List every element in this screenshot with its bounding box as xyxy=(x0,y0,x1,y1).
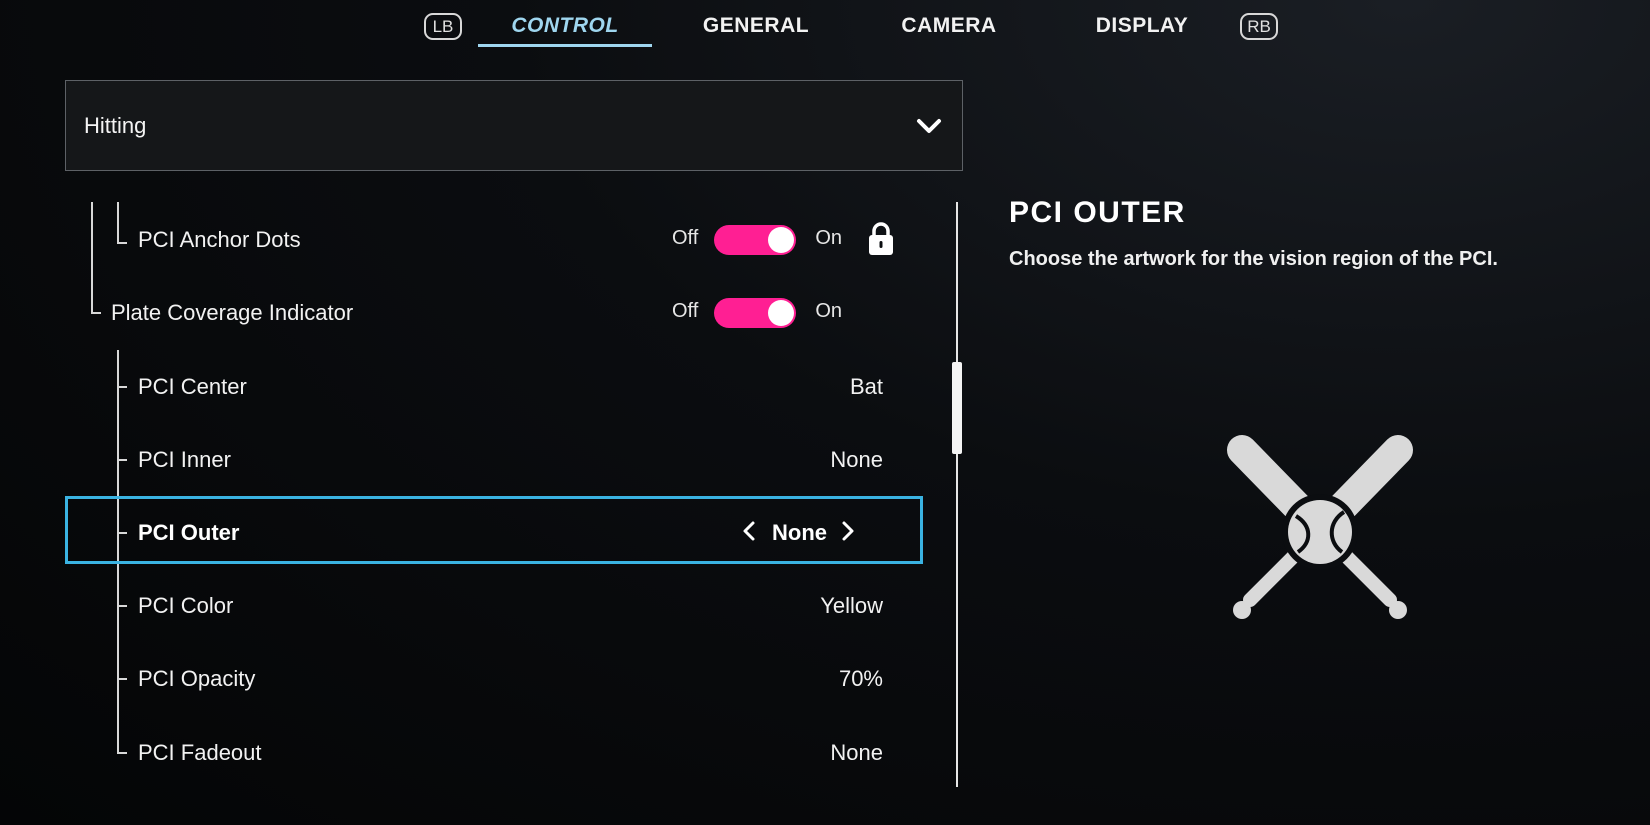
category-dropdown[interactable]: Hitting xyxy=(65,80,963,171)
toggle-off-label: Off xyxy=(672,227,699,249)
setting-value: Yellow xyxy=(820,593,883,618)
toggle-knob xyxy=(768,300,794,326)
scrollbar-track[interactable] xyxy=(956,202,958,787)
detail-description: Choose the artwork for the vision region… xyxy=(1009,248,1498,270)
rb-bumper-hint[interactable]: RB xyxy=(1240,13,1278,40)
detail-title: PCI OUTER xyxy=(1009,196,1186,229)
setting-label: PCI Color xyxy=(138,593,234,618)
toggle-track xyxy=(714,298,796,328)
setting-value: None xyxy=(772,520,827,545)
setting-value: 70% xyxy=(838,666,883,691)
scrollbar-thumb[interactable] xyxy=(952,362,962,454)
tab-control[interactable]: CONTROL xyxy=(478,14,652,38)
toggle-on-label: On xyxy=(815,300,842,322)
setting-value: None xyxy=(830,740,883,765)
tab-general[interactable]: GENERAL xyxy=(680,14,832,38)
chevron-down-icon xyxy=(917,119,941,133)
tab-display[interactable]: DISPLAY xyxy=(1066,14,1218,38)
setting-row-pci-anchor-dots[interactable]: PCI Anchor Dots Off On xyxy=(65,209,925,269)
toggle-track xyxy=(714,225,796,255)
lock-icon xyxy=(869,222,893,255)
dropdown-value: Hitting xyxy=(84,113,147,138)
setting-row-plate-coverage-indicator[interactable]: Plate Coverage Indicator Off On xyxy=(65,282,925,342)
lb-bumper-hint[interactable]: LB xyxy=(424,13,462,40)
pci-anchor-dots-toggle[interactable]: Off On xyxy=(672,223,842,255)
chevron-left-icon[interactable] xyxy=(742,520,756,542)
setting-label: PCI Center xyxy=(138,374,247,399)
setting-label: Plate Coverage Indicator xyxy=(111,300,354,325)
chevron-right-icon[interactable] xyxy=(841,520,855,542)
toggle-on-label: On xyxy=(815,227,842,249)
setting-label: PCI Opacity xyxy=(138,666,256,691)
setting-value: None xyxy=(830,447,883,472)
setting-row-pci-outer[interactable]: PCI Outer None xyxy=(65,502,925,562)
setting-row-pci-center[interactable]: PCI Center Bat xyxy=(65,356,925,416)
toggle-knob xyxy=(768,227,794,253)
setting-row-pci-color[interactable]: PCI Color Yellow xyxy=(65,575,925,635)
setting-row-pci-inner[interactable]: PCI Inner None xyxy=(65,429,925,489)
setting-row-pci-opacity[interactable]: PCI Opacity 70% xyxy=(65,648,925,708)
setting-label: PCI Outer xyxy=(138,520,240,545)
setting-label: PCI Inner xyxy=(138,447,231,472)
setting-value: Bat xyxy=(849,374,883,399)
tab-camera[interactable]: CAMERA xyxy=(873,14,1025,38)
active-tab-underline xyxy=(478,44,652,47)
toggle-off-label: Off xyxy=(672,300,699,322)
crossed-bats-ball-icon xyxy=(1227,435,1413,619)
setting-row-pci-fadeout[interactable]: PCI Fadeout None xyxy=(65,722,925,782)
plate-coverage-indicator-toggle[interactable]: Off On xyxy=(672,296,842,328)
setting-label: PCI Fadeout xyxy=(138,740,262,765)
top-tab-bar: LB CONTROL GENERAL CAMERA DISPLAY RB xyxy=(0,0,1650,60)
setting-label: PCI Anchor Dots xyxy=(138,227,301,252)
